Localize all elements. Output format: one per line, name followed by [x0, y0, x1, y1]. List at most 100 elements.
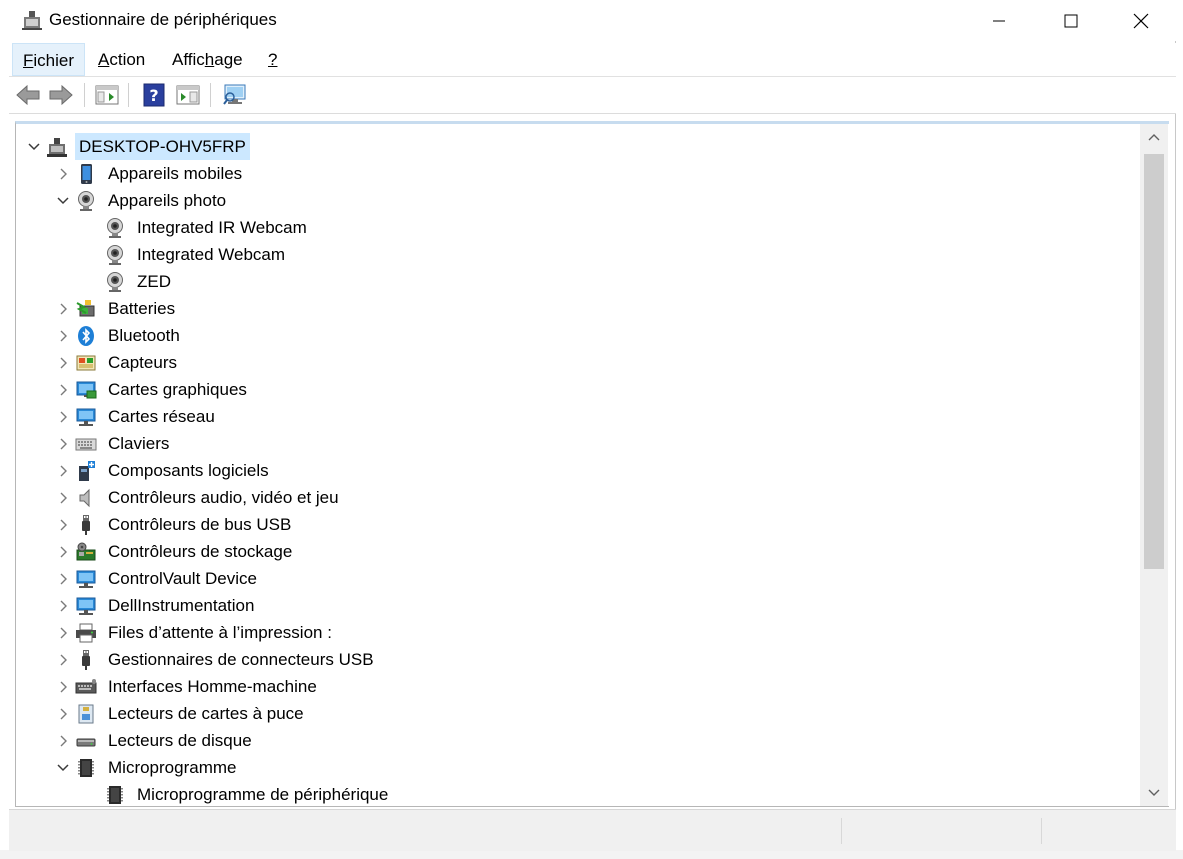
tree-node-label: DESKTOP-OHV5FRP: [75, 133, 250, 160]
tree-node[interactable]: Claviers: [55, 430, 955, 457]
tree-node[interactable]: Batteries: [55, 295, 955, 322]
expand-toggle[interactable]: [55, 538, 71, 565]
expand-toggle[interactable]: [55, 349, 71, 376]
tree-node[interactable]: Integrated IR Webcam: [84, 214, 984, 241]
title-bar[interactable]: Gestionnaire de périphériques: [9, 0, 1176, 41]
forward-arrow-icon: [49, 84, 73, 106]
chevron-right-icon: [60, 357, 67, 368]
device-tree[interactable]: DESKTOP-OHV5FRP Appareils mobiles Appareil…: [16, 124, 1140, 806]
tree-node[interactable]: Composants logiciels: [55, 457, 955, 484]
chevron-right-icon: [60, 735, 67, 746]
expand-toggle[interactable]: [55, 700, 71, 727]
tree-node[interactable]: Lecteurs de cartes à puce: [55, 700, 955, 727]
tree-node[interactable]: ZED: [84, 268, 984, 295]
tree-node[interactable]: Gestionnaires de connecteurs USB: [55, 646, 955, 673]
tree-node[interactable]: Contrôleurs audio, vidéo et jeu: [55, 484, 955, 511]
vertical-scrollbar[interactable]: [1140, 124, 1168, 806]
scan-hardware-button[interactable]: [221, 81, 249, 109]
monitor-icon: [76, 597, 96, 615]
help-button[interactable]: ?: [140, 81, 168, 109]
tree-node[interactable]: Microprogramme de périphérique: [84, 781, 984, 806]
expand-toggle[interactable]: [55, 322, 71, 349]
tree-node-label: Capteurs: [108, 353, 177, 372]
menu-help[interactable]: ?: [258, 43, 287, 76]
back-button[interactable]: [14, 81, 42, 109]
toolbar: ?: [9, 77, 1176, 114]
tree-node-label: Interfaces Homme-machine: [108, 677, 317, 696]
tree-node[interactable]: Lecteurs de disque: [55, 727, 955, 754]
expand-toggle[interactable]: [55, 511, 71, 538]
tree-node[interactable]: Integrated Webcam: [84, 241, 984, 268]
tree-node[interactable]: Capteurs: [55, 349, 955, 376]
tree-node-label: Batteries: [108, 299, 176, 318]
expand-toggle[interactable]: [55, 484, 71, 511]
menu-affichage[interactable]: Affichage: [162, 43, 253, 76]
tree-node[interactable]: Microprogramme: [55, 754, 955, 781]
mobile-device-icon: [81, 164, 92, 184]
tree-node[interactable]: Contrôleurs de stockage: [55, 538, 955, 565]
tree-node[interactable]: Cartes réseau: [55, 403, 955, 430]
tree-node[interactable]: ControlVault Device: [55, 565, 955, 592]
smart-card-reader-icon: [78, 704, 94, 724]
chevron-down-icon: [28, 142, 40, 150]
status-bar: [9, 809, 1176, 851]
tree-node[interactable]: Files d’attente à l’impression :: [55, 619, 955, 646]
expand-toggle[interactable]: [55, 376, 71, 403]
scrollbar-thumb[interactable]: [1144, 154, 1164, 569]
chevron-right-icon: [60, 438, 67, 449]
sensor-icon: [76, 355, 96, 371]
tree-node[interactable]: Bluetooth: [55, 322, 955, 349]
expand-toggle[interactable]: [55, 403, 71, 430]
tree-node[interactable]: Appareils photo: [55, 187, 955, 214]
network-adapter-icon: [76, 408, 96, 426]
close-button[interactable]: [1106, 0, 1176, 41]
tree-node[interactable]: DESKTOP-OHV5FRP: [26, 133, 926, 160]
collapse-toggle[interactable]: [55, 187, 71, 214]
expand-toggle[interactable]: [55, 592, 71, 619]
expand-toggle[interactable]: [55, 160, 71, 187]
chevron-right-icon: [60, 573, 67, 584]
scroll-up-button[interactable]: [1140, 124, 1168, 150]
tree-node-label: Claviers: [108, 434, 170, 453]
forward-button[interactable]: [47, 81, 75, 109]
chevron-down-icon: [57, 196, 69, 204]
tree-node[interactable]: Contrôleurs de bus USB: [55, 511, 955, 538]
expand-toggle[interactable]: [55, 619, 71, 646]
status-bar-pane: [841, 818, 1042, 844]
expand-toggle[interactable]: [55, 457, 71, 484]
menu-action[interactable]: Action: [88, 43, 155, 76]
collapse-toggle[interactable]: [26, 133, 42, 160]
menu-fichier[interactable]: Fichier: [12, 43, 86, 76]
scroll-down-button[interactable]: [1140, 780, 1168, 806]
maximize-button[interactable]: [1036, 0, 1106, 41]
tree-node[interactable]: Cartes graphiques: [55, 376, 955, 403]
minimize-button[interactable]: [964, 0, 1034, 41]
expand-toggle[interactable]: [55, 646, 71, 673]
tree-node[interactable]: Interfaces Homme-machine: [55, 673, 955, 700]
collapse-toggle[interactable]: [55, 754, 71, 781]
expand-toggle[interactable]: [55, 430, 71, 457]
tree-node[interactable]: Appareils mobiles: [55, 160, 955, 187]
tree-node[interactable]: DellInstrumentation: [55, 592, 955, 619]
keyboard-icon: [75, 438, 97, 451]
toolbar-separator: [210, 83, 211, 107]
background-window-edge-bottom: [0, 850, 1183, 859]
usb-icon: [82, 515, 90, 535]
expand-toggle[interactable]: [55, 565, 71, 592]
show-hide-console-tree-button[interactable]: [93, 81, 121, 109]
chevron-right-icon: [60, 654, 67, 665]
scan-hardware-icon: [223, 84, 246, 105]
tree-node-label: ZED: [137, 272, 171, 291]
expand-toggle[interactable]: [55, 673, 71, 700]
chevron-right-icon: [60, 681, 67, 692]
software-component-icon: [79, 461, 95, 481]
chevron-right-icon: [60, 330, 67, 341]
expand-toggle[interactable]: [55, 727, 71, 754]
chevron-right-icon: [60, 627, 67, 638]
chevron-right-icon: [60, 519, 67, 530]
expand-toggle[interactable]: [55, 295, 71, 322]
properties-pane-button[interactable]: [174, 81, 202, 109]
